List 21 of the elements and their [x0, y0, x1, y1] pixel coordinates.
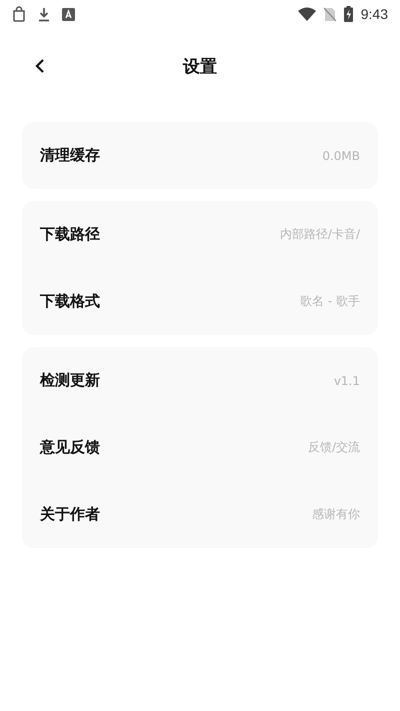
setting-label[interactable]: 下载路径: [40, 225, 100, 244]
setting-value: 反馈/交流: [308, 439, 360, 456]
download-icon: [38, 6, 50, 22]
setting-label[interactable]: 清理缓存: [40, 146, 100, 165]
setting-label[interactable]: 关于作者: [40, 505, 100, 524]
setting-value: 0.0MB: [322, 148, 360, 162]
app-icon: [62, 8, 75, 20]
setting-value: 感谢有你: [312, 506, 360, 523]
setting-label[interactable]: 下载格式: [40, 292, 100, 311]
setting-label[interactable]: 意见反馈: [40, 438, 100, 457]
setting-label[interactable]: 检测更新: [40, 371, 100, 390]
setting-value: 歌名 - 歌手: [300, 293, 360, 310]
no-sim-icon: [324, 6, 336, 22]
shopping-bag-icon: [12, 6, 26, 22]
wifi-icon: [298, 7, 316, 21]
setting-value: 内部路径/卡音/: [280, 226, 360, 243]
setting-value: v1.1: [334, 374, 360, 388]
page-title: 设置: [183, 56, 217, 78]
battery-charging-icon: [344, 6, 353, 22]
status-time: 9:43: [360, 6, 388, 22]
chevron-left-icon: [34, 58, 46, 74]
